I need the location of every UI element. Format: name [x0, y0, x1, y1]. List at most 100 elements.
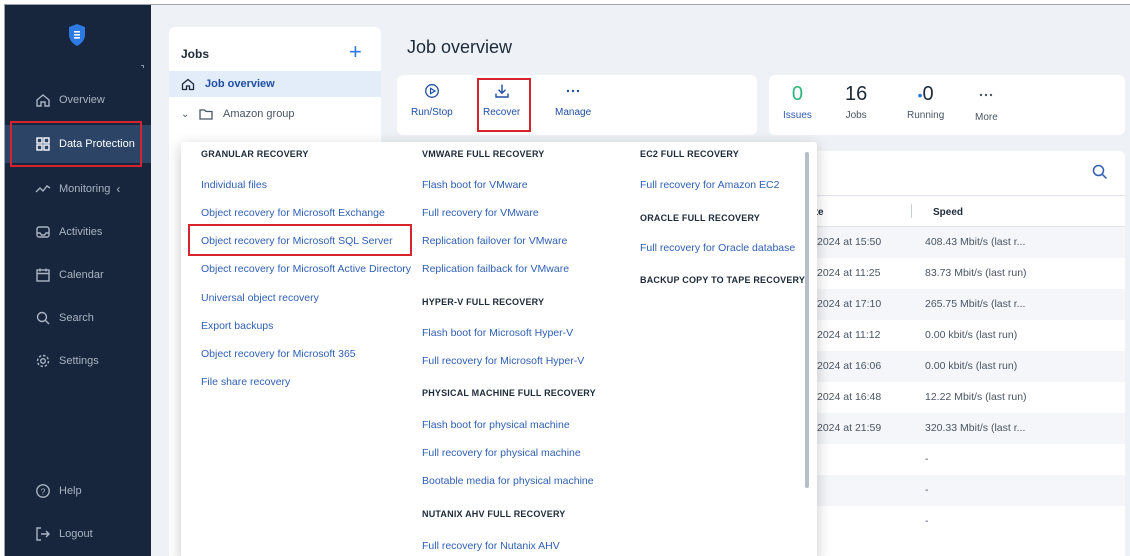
table-header: date Speed: [769, 195, 1125, 227]
sidebar-item-activities[interactable]: Activities: [5, 213, 151, 251]
run-stop-button[interactable]: Run/Stop: [411, 83, 453, 118]
chevron-left-icon: ‹: [116, 182, 121, 196]
jobs-table: date Speed ay 2024 at 15:50408.43 Mbit/s…: [769, 151, 1125, 556]
table-row[interactable]: ay 2024 at 21:59 320.33 Mbit/s (last r...: [769, 413, 1125, 444]
sidebar-item-search[interactable]: Search: [5, 299, 151, 337]
sidebar-item-label: Monitoring: [59, 183, 111, 195]
home-icon: [36, 94, 50, 107]
table-row[interactable]: ay 2024 at 16:48 12.22 Mbit/s (last run): [769, 382, 1125, 413]
search-icon[interactable]: [1091, 163, 1109, 181]
help-icon: ?: [36, 484, 50, 498]
tree-item-label: Amazon group: [223, 108, 295, 120]
sidebar-item-label: Search: [59, 312, 94, 324]
sidebar-item-calendar[interactable]: Calendar: [5, 256, 151, 294]
highlight-box: [188, 224, 412, 256]
run-stop-label: Run/Stop: [411, 107, 453, 118]
add-job-button[interactable]: +: [349, 39, 362, 65]
folder-icon: [199, 109, 213, 120]
table-row[interactable]: -: [769, 506, 1125, 537]
calendar-icon: [36, 268, 50, 282]
menu-item-universal-object-recovery[interactable]: Universal object recovery: [201, 292, 319, 304]
menu-item-flash-boot-vmware[interactable]: Flash boot for VMware: [422, 179, 528, 191]
app-window: Overview Data Protection Monitoring ‹ Ac…: [4, 4, 1130, 556]
menu-item-replication-failover-vmware[interactable]: Replication failover for VMware: [422, 235, 567, 247]
menu-header-tape[interactable]: BACKUP COPY TO TAPE RECOVERY: [640, 275, 805, 285]
table-row[interactable]: ay 2024 at 11:12 0.00 kbit/s (last run): [769, 320, 1125, 351]
menu-item-full-recovery-ec2[interactable]: Full recovery for Amazon EC2: [640, 179, 779, 191]
job-toolbar: Run/Stop Recover Manage: [397, 75, 757, 135]
menu-item-object-recovery-exchange[interactable]: Object recovery for Microsoft Exchange: [201, 207, 385, 219]
more-button[interactable]: More: [975, 87, 998, 123]
jobs-panel-title: Jobs: [181, 47, 210, 61]
tree-item-job-overview[interactable]: Job overview: [169, 71, 381, 97]
highlight-box: [10, 121, 142, 167]
menu-item-full-recovery-physical[interactable]: Full recovery for physical machine: [422, 447, 581, 459]
column-divider: [911, 204, 912, 218]
gear-icon: [36, 354, 50, 368]
menu-header-hyperv: HYPER-V FULL RECOVERY: [422, 297, 545, 307]
table-row[interactable]: ay 2024 at 15:50 408.43 Mbit/s (last r...: [769, 227, 1125, 258]
table-row[interactable]: ay 2024 at 17:10 265.75 Mbit/s (last r...: [769, 289, 1125, 320]
sidebar-item-logout[interactable]: Logout: [5, 515, 151, 553]
page-title: Job overview: [407, 37, 513, 57]
table-row[interactable]: ay 2024 at 16:06 0.00 kbit/s (last run): [769, 351, 1125, 382]
stat-issues[interactable]: 0 Issues: [783, 83, 812, 121]
menu-item-file-share-recovery[interactable]: File share recovery: [201, 376, 290, 388]
menu-item-full-recovery-oracle[interactable]: Full recovery for Oracle database: [640, 242, 795, 254]
column-header-speed[interactable]: Speed: [933, 207, 963, 218]
sidebar-item-label: Settings: [59, 355, 99, 367]
sidebar-item-overview[interactable]: Overview: [5, 81, 151, 119]
menu-item-full-recovery-nutanix[interactable]: Full recovery for Nutanix AHV: [422, 540, 560, 552]
table-row[interactable]: -: [769, 444, 1125, 475]
inbox-icon: [36, 226, 50, 238]
menu-header-granular: GRANULAR RECOVERY: [201, 149, 309, 159]
table-row[interactable]: -: [769, 475, 1125, 506]
search-icon: [36, 311, 50, 325]
issues-count: 0: [791, 83, 804, 105]
sidebar: Overview Data Protection Monitoring ‹ Ac…: [5, 5, 151, 556]
stat-running: •0 Running: [907, 83, 944, 121]
manage-label: Manage: [555, 107, 592, 118]
menu-item-flash-boot-hyperv[interactable]: Flash boot for Microsoft Hyper-V: [422, 327, 573, 339]
sidebar-item-help[interactable]: ? Help: [5, 472, 151, 510]
menu-item-full-recovery-hyperv[interactable]: Full recovery for Microsoft Hyper-V: [422, 355, 584, 367]
tree-item-label: Job overview: [205, 78, 275, 90]
stat-jobs: 16 Jobs: [845, 83, 867, 121]
sidebar-item-label: Overview: [59, 94, 105, 106]
menu-item-replication-failback-vmware[interactable]: Replication failback for VMware: [422, 263, 569, 275]
help-label: Help: [59, 485, 82, 497]
menu-item-flash-boot-physical[interactable]: Flash boot for physical machine: [422, 419, 570, 431]
home-icon: [181, 78, 195, 91]
issues-label: Issues: [783, 110, 812, 121]
menu-item-object-recovery-active-directory[interactable]: Object recovery for Microsoft Active Dir…: [201, 263, 411, 275]
menu-item-export-backups[interactable]: Export backups: [201, 320, 273, 332]
running-label: Running: [907, 110, 945, 121]
activity-icon: [35, 185, 51, 193]
menu-header-nutanix: NUTANIX AHV FULL RECOVERY: [422, 509, 566, 519]
jobs-label: Jobs: [845, 110, 867, 121]
menu-item-full-recovery-vmware[interactable]: Full recovery for VMware: [422, 207, 539, 219]
jobs-count: 16: [845, 83, 868, 105]
menu-item-object-recovery-365[interactable]: Object recovery for Microsoft 365: [201, 348, 356, 360]
more-label: More: [975, 112, 998, 123]
tree-item-amazon-group[interactable]: ⌄ Amazon group: [169, 101, 381, 127]
sidebar-item-label: Activities: [59, 226, 103, 238]
menu-header-oracle: ORACLE FULL RECOVERY: [640, 213, 761, 223]
logout-label: Logout: [59, 528, 93, 540]
highlight-box: [477, 78, 531, 132]
more-horizontal-icon: [980, 93, 993, 97]
sidebar-item-monitoring[interactable]: Monitoring ‹: [5, 170, 151, 208]
play-circle-icon: [424, 84, 439, 98]
menu-item-individual-files[interactable]: Individual files: [201, 179, 267, 191]
chevron-down-icon[interactable]: ⌄: [181, 109, 193, 120]
manage-button[interactable]: Manage: [555, 83, 591, 118]
sidebar-item-label: Calendar: [59, 269, 104, 281]
menu-item-bootable-media-physical[interactable]: Bootable media for physical machine: [422, 475, 594, 487]
menu-header-physical: PHYSICAL MACHINE FULL RECOVERY: [422, 388, 596, 398]
menu-header-vmware: VMWARE FULL RECOVERY: [422, 149, 545, 159]
stats-card: 0 Issues 16 Jobs •0 Running More: [769, 75, 1125, 135]
menu-scrollbar[interactable]: [805, 152, 809, 488]
collapse-sidebar-icon[interactable]: [141, 65, 144, 68]
table-row[interactable]: ay 2024 at 11:25 83.73 Mbit/s (last run): [769, 258, 1125, 289]
sidebar-item-settings[interactable]: Settings: [5, 342, 151, 380]
